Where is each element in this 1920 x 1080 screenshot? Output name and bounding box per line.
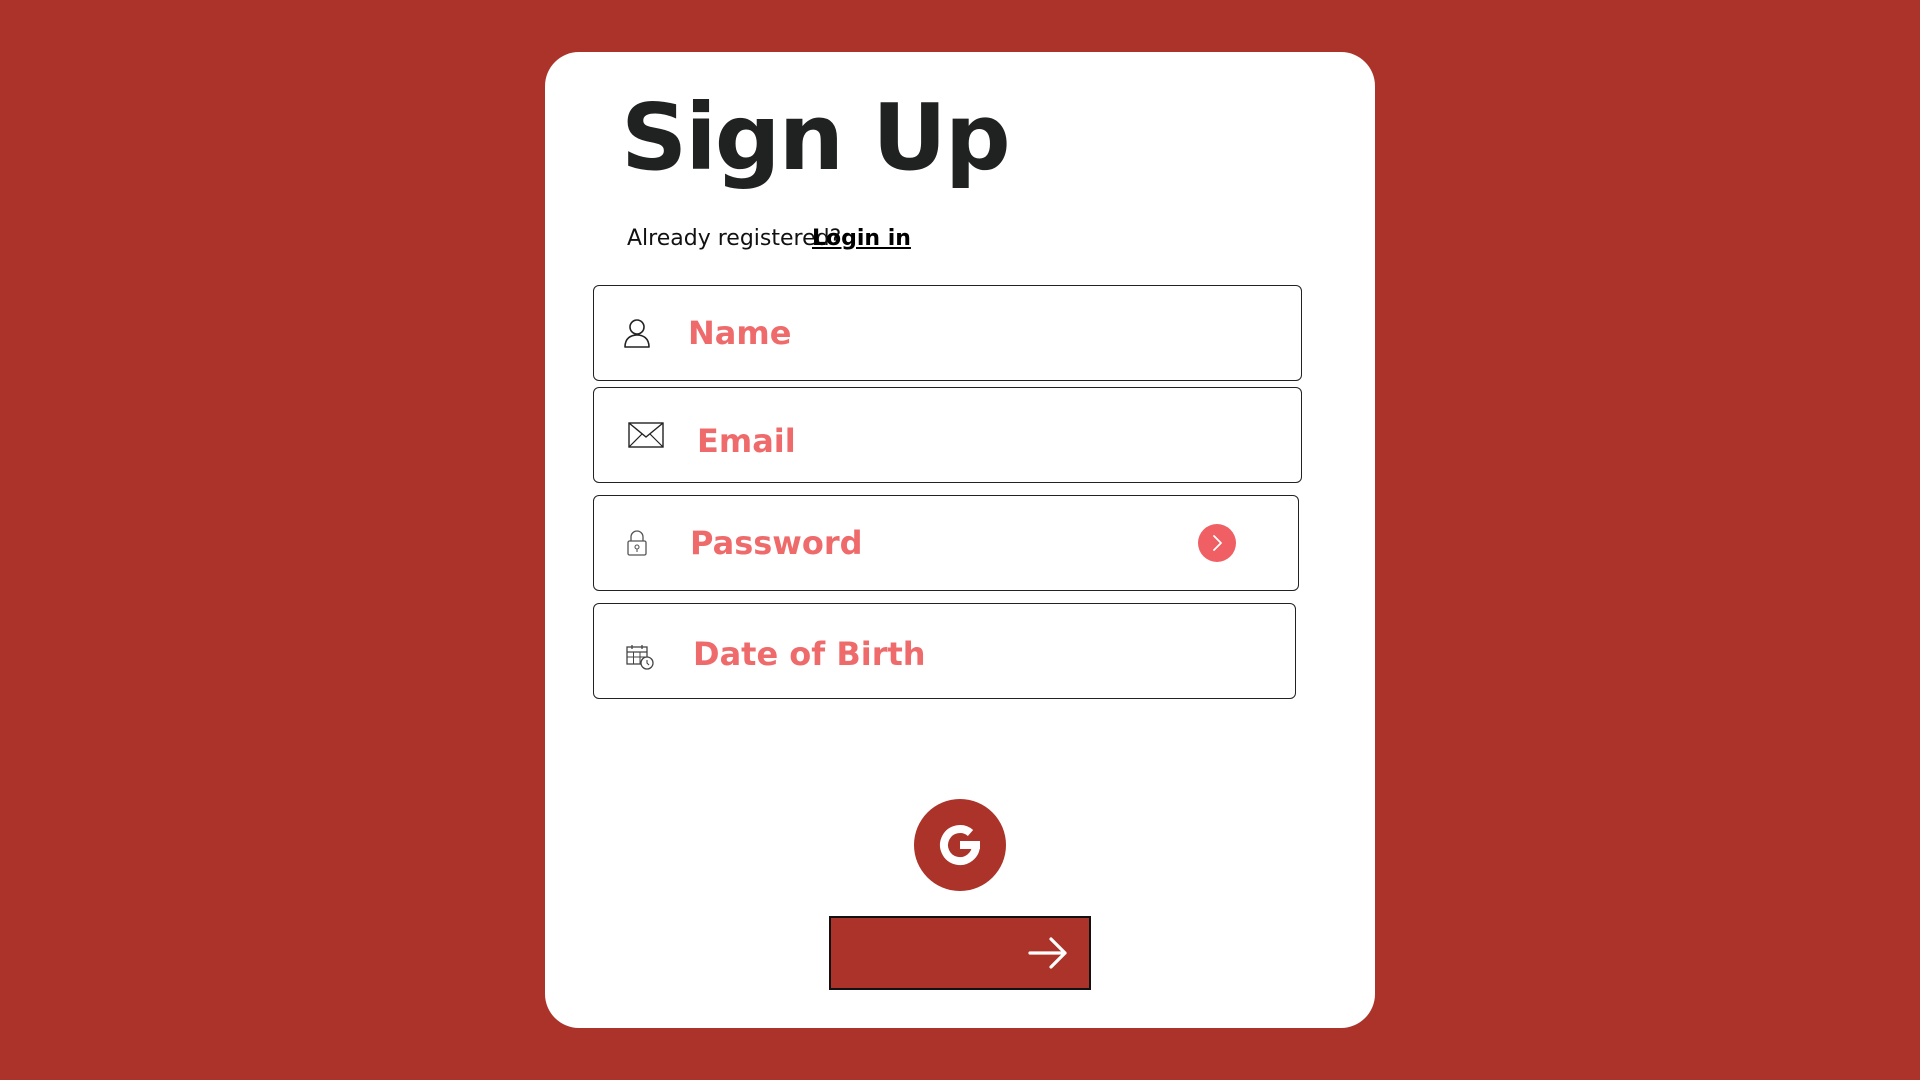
dob-field[interactable]: Date of Birth bbox=[593, 603, 1296, 699]
name-placeholder: Name bbox=[688, 314, 792, 352]
lock-icon bbox=[626, 529, 648, 557]
password-next-button[interactable] bbox=[1198, 524, 1236, 562]
submit-button[interactable] bbox=[829, 916, 1091, 990]
email-field[interactable]: Email bbox=[593, 387, 1302, 483]
calendar-clock-icon bbox=[626, 644, 654, 670]
mail-icon bbox=[628, 422, 664, 448]
already-registered-text: Already registered? bbox=[627, 226, 842, 251]
password-placeholder: Password bbox=[690, 524, 863, 562]
chevron-right-icon bbox=[1213, 535, 1222, 551]
signup-card: Sign Up Already registered? Login in Nam… bbox=[545, 52, 1375, 1028]
email-placeholder: Email bbox=[697, 422, 796, 460]
login-link[interactable]: Login in bbox=[812, 226, 911, 251]
google-icon bbox=[940, 825, 981, 866]
user-icon bbox=[622, 317, 652, 349]
name-field[interactable]: Name bbox=[593, 285, 1302, 381]
dob-placeholder: Date of Birth bbox=[693, 635, 926, 673]
google-signin-button[interactable] bbox=[914, 799, 1006, 891]
page-title: Sign Up bbox=[621, 84, 1011, 191]
arrow-right-icon bbox=[1027, 935, 1069, 971]
password-field[interactable]: Password bbox=[593, 495, 1299, 591]
